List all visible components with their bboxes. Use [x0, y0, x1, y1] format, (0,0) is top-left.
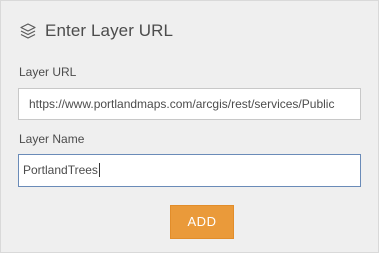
- layer-url-label: Layer URL: [19, 65, 77, 79]
- layer-name-label: Layer Name: [19, 132, 85, 146]
- layer-url-value: https://www.portlandmaps.com/arcgis/rest…: [29, 97, 335, 111]
- text-cursor: [98, 162, 100, 177]
- panel-title: Enter Layer URL: [45, 21, 174, 40]
- layer-name-input[interactable]: PortlandTrees: [18, 154, 361, 187]
- enter-layer-url-panel: Enter Layer URL Layer URL https://www.po…: [0, 0, 379, 253]
- layers-icon: [19, 22, 37, 40]
- add-button[interactable]: ADD: [170, 205, 234, 239]
- layer-url-input[interactable]: https://www.portlandmaps.com/arcgis/rest…: [18, 88, 361, 120]
- layer-name-value: PortlandTrees: [23, 163, 98, 177]
- panel-header: Enter Layer URL: [19, 20, 173, 42]
